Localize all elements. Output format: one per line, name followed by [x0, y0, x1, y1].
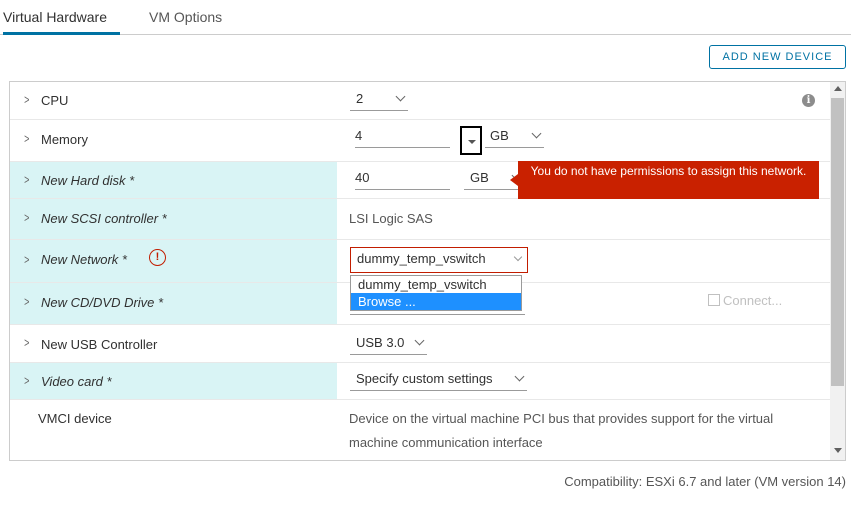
cd-dvd-label: New CD/DVD Drive *	[41, 295, 164, 310]
chevron-right-icon[interactable]: >	[24, 92, 29, 107]
row-memory: > Memory 4 GB	[10, 120, 830, 162]
cd-dvd-connect-checkbox[interactable]: Connect...	[708, 293, 782, 308]
table-scrollbar[interactable]	[830, 82, 845, 460]
chevron-right-icon[interactable]: >	[24, 172, 29, 187]
vmci-description-line1: Device on the virtual machine PCI bus th…	[349, 411, 774, 426]
chevron-right-icon[interactable]: >	[24, 252, 29, 267]
compatibility-info: Compatibility: ESXi 6.7 and later (VM ve…	[564, 474, 846, 489]
network-label: New Network *	[41, 252, 127, 267]
error-icon: !	[149, 249, 166, 266]
usb-label: New USB Controller	[41, 337, 158, 352]
tab-virtual-hardware[interactable]: Virtual Hardware	[3, 9, 120, 35]
hard-disk-label: New Hard disk *	[41, 173, 135, 188]
row-new-scsi-controller: > New SCSI controller * LSI Logic SAS	[10, 199, 830, 240]
scsi-type-value: LSI Logic SAS	[349, 211, 433, 226]
chevron-right-icon[interactable]: >	[24, 210, 29, 225]
network-select[interactable]: dummy_temp_vswitch	[350, 247, 528, 273]
chevron-down-icon	[513, 252, 523, 262]
video-card-select[interactable]: Specify custom settings	[350, 369, 527, 391]
scrollbar-thumb[interactable]	[831, 98, 844, 386]
network-options-dropdown: dummy_temp_vswitch Browse ...	[350, 275, 522, 311]
network-option-browse[interactable]: Browse ...	[351, 293, 521, 310]
network-permission-error-tooltip: You do not have permissions to assign th…	[510, 161, 819, 199]
usb-select[interactable]: USB 3.0	[350, 333, 427, 355]
row-vmci-device: VMCI device Device on the virtual machin…	[10, 400, 830, 460]
vmci-label: VMCI device	[38, 411, 112, 426]
row-new-usb-controller: > New USB Controller USB 3.0	[10, 325, 830, 363]
network-option-dummy-temp-vswitch[interactable]: dummy_temp_vswitch	[351, 276, 521, 293]
memory-unit-select[interactable]: GB	[485, 126, 544, 148]
hard-disk-unit-value: GB	[470, 170, 489, 185]
memory-dropdown-button[interactable]	[460, 126, 482, 155]
scroll-up-arrow-icon[interactable]	[834, 86, 842, 91]
video-card-label: Video card *	[41, 374, 112, 389]
info-icon[interactable]: i	[802, 94, 815, 107]
row-video-card: > Video card * Specify custom settings	[10, 363, 830, 400]
chevron-right-icon[interactable]: >	[24, 373, 29, 388]
chevron-down-icon	[514, 371, 525, 382]
memory-label: Memory	[41, 132, 88, 147]
chevron-right-icon[interactable]: >	[24, 294, 29, 309]
scsi-label: New SCSI controller *	[41, 211, 167, 226]
row-cpu: > CPU 2 i	[10, 82, 830, 120]
memory-input[interactable]: 4	[355, 126, 450, 148]
chevron-down-icon	[531, 128, 542, 139]
chevron-down-icon	[414, 335, 425, 346]
memory-unit-value: GB	[490, 128, 509, 143]
tab-bar: Virtual Hardware VM Options	[0, 0, 851, 35]
cpu-select[interactable]: 2	[350, 89, 408, 111]
video-card-value: Specify custom settings	[356, 371, 493, 386]
chevron-right-icon[interactable]: >	[24, 131, 29, 146]
vmci-description-line2: machine communication interface	[349, 435, 543, 450]
usb-value: USB 3.0	[356, 335, 405, 350]
connect-label: Connect...	[723, 293, 783, 308]
virtual-hardware-table: > CPU 2 i > Memory 4 GB > New Hard disk …	[9, 81, 846, 461]
network-value: dummy_temp_vswitch	[357, 251, 486, 266]
cpu-value: 2	[356, 91, 364, 106]
tab-vm-options[interactable]: VM Options	[149, 9, 222, 35]
cpu-label: CPU	[41, 93, 69, 108]
chevron-right-icon[interactable]: >	[24, 335, 29, 350]
hard-disk-size-input[interactable]: 40	[355, 168, 450, 190]
chevron-down-icon	[395, 91, 406, 102]
add-new-device-button[interactable]: ADD NEW DEVICE	[709, 45, 846, 69]
scroll-down-arrow-icon[interactable]	[834, 448, 842, 453]
checkbox-icon	[708, 294, 720, 306]
